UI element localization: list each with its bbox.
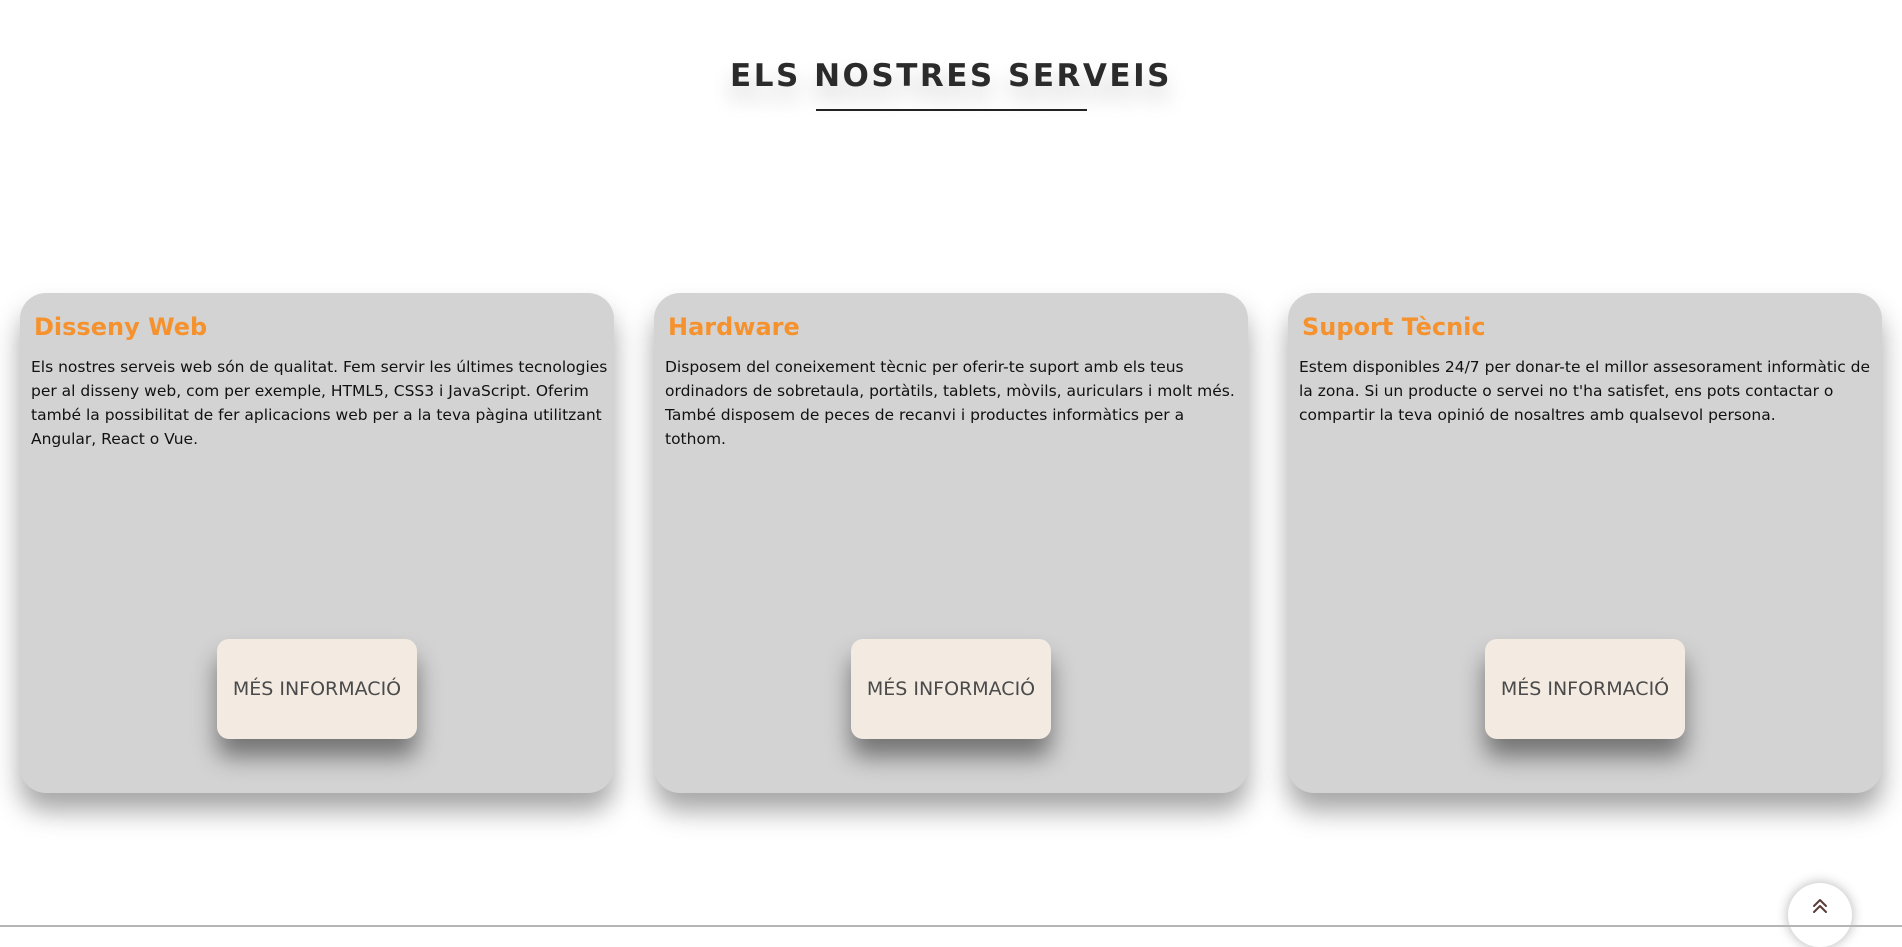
services-cards: Disseny Web Els nostres serveis web són … [20, 293, 1882, 793]
card-title: Hardware [668, 313, 800, 341]
more-info-button[interactable]: MÉS INFORMACIÓ [217, 639, 417, 739]
more-info-button[interactable]: MÉS INFORMACIÓ [1485, 639, 1685, 739]
scroll-to-top-button[interactable] [1788, 883, 1852, 947]
double-chevron-up-icon [1813, 899, 1827, 913]
service-card-hardware: Hardware Disposem del coneixement tècnic… [654, 293, 1248, 793]
more-info-button[interactable]: MÉS INFORMACIÓ [851, 639, 1051, 739]
service-card-web-design: Disseny Web Els nostres serveis web són … [20, 293, 614, 793]
card-title: Suport Tècnic [1302, 313, 1486, 341]
card-title: Disseny Web [34, 313, 208, 341]
section-title: ELS NOSTRES SERVEIS [730, 58, 1172, 94]
card-description: Els nostres serveis web són de qualitat.… [31, 358, 608, 448]
service-card-tech-support: Suport Tècnic Estem disponibles 24/7 per… [1288, 293, 1882, 793]
card-description: Disposem del coneixement tècnic per ofer… [665, 358, 1235, 448]
section-header: ELS NOSTRES SERVEIS [0, 58, 1902, 94]
card-description: Estem disponibles 24/7 per donar-te el m… [1299, 358, 1871, 424]
title-underline [816, 109, 1087, 111]
